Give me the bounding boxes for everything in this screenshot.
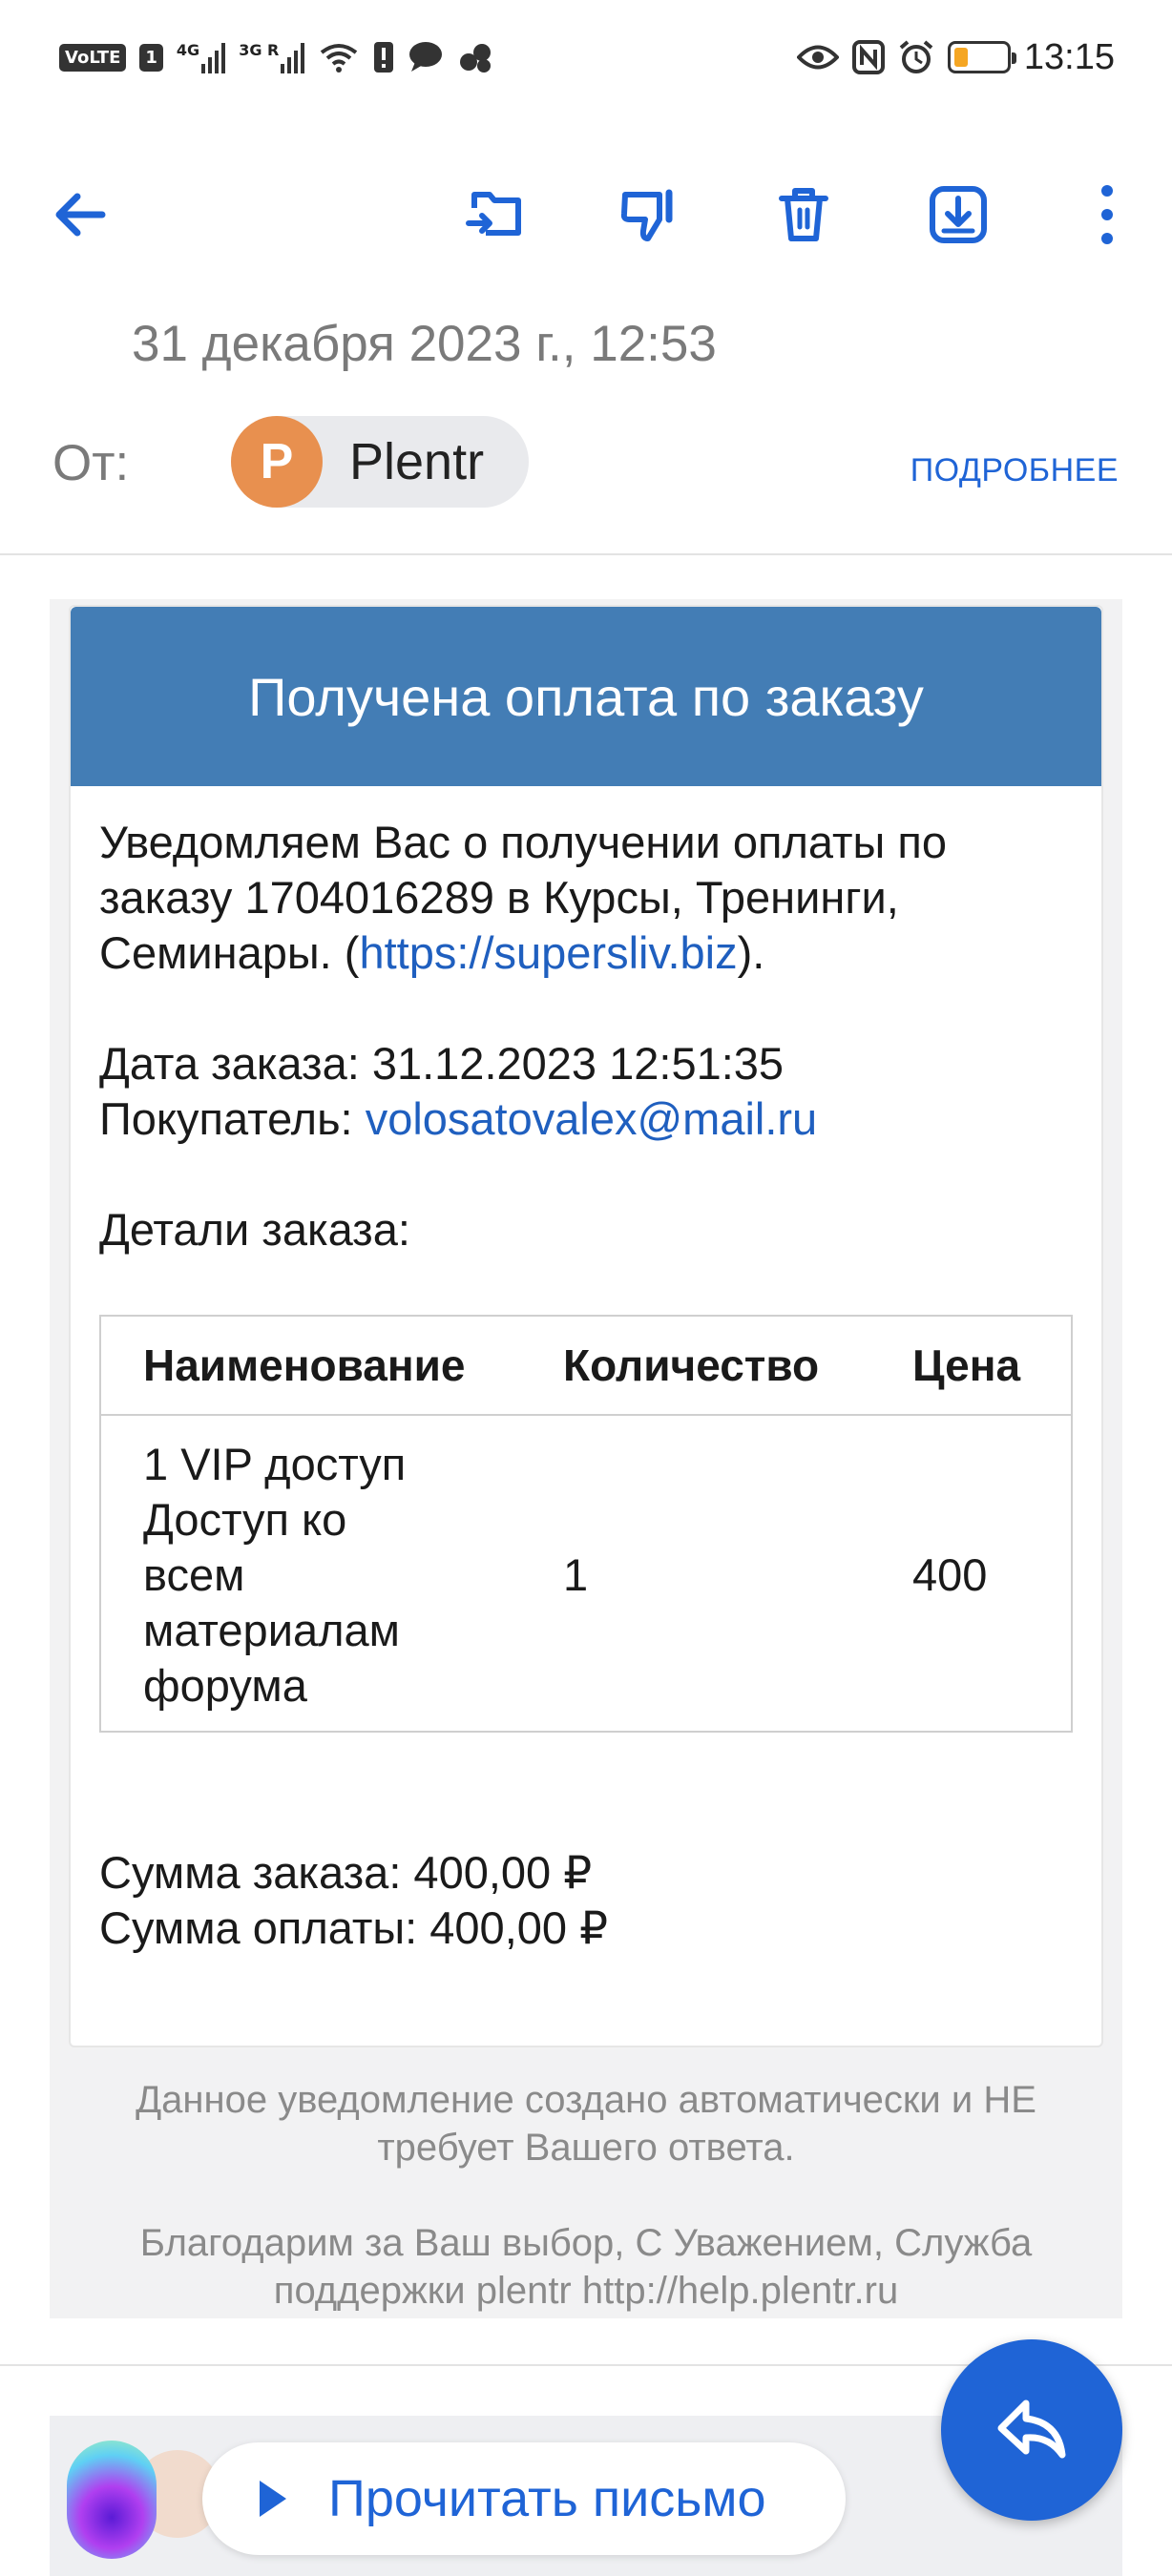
status-left: VoLTE 1 4G 3G R (59, 41, 493, 73)
table-row: 1 VIP доступ Доступ ко всем материалам ф… (101, 1416, 1071, 1731)
reply-icon (997, 2399, 1066, 2459)
alarm-icon (899, 40, 933, 73)
support-signature: Благодарим за Ваш выбор, С Уважением, Сл… (139, 2222, 1033, 2312)
spam-button[interactable] (611, 177, 687, 253)
email-date: 31 декабря 2023 г., 12:53 (132, 316, 717, 372)
move-to-folder-button[interactable] (458, 177, 534, 253)
details-link[interactable]: ПОДРОБНЕЕ (910, 452, 1119, 489)
network-type-2: 3G R (239, 41, 280, 59)
sim-slot-badge: 1 (139, 43, 163, 72)
more-options-button[interactable] (1069, 177, 1145, 253)
order-details-label: Детали заказа: (99, 1204, 410, 1255)
auto-notice: Данное уведомление создано автоматически… (136, 2079, 1036, 2169)
message-icon (409, 42, 443, 72)
buyer-email-link[interactable]: volosatovalex@mail.ru (366, 1093, 818, 1144)
order-table: Наименование Количество Цена 1 VIP досту… (99, 1315, 1073, 1733)
wifi-icon (321, 44, 358, 73)
delete-button[interactable] (765, 177, 842, 253)
trash-icon (779, 188, 828, 241)
header-name: Наименование (143, 1340, 466, 1390)
sender-name: Plentr (349, 433, 485, 490)
email-title: Получена оплата по заказу (71, 607, 1101, 786)
eye-icon (796, 45, 839, 70)
spam-thumb-down-icon (620, 189, 673, 241)
intro-text-end: ). (737, 927, 765, 978)
item-quantity: 1 (563, 1549, 589, 1600)
volte-badge: VoLTE (59, 43, 127, 72)
dots-app-icon (460, 44, 492, 73)
battery-icon (947, 41, 1016, 73)
order-date: Дата заказа: 31.12.2023 12:51:35 (99, 1038, 785, 1089)
header-quantity: Количество (563, 1340, 820, 1390)
back-button[interactable] (42, 177, 118, 253)
item-name: 1 VIP доступ Доступ ко всем материалам ф… (143, 1439, 407, 1711)
move-to-folder-icon (466, 192, 521, 236)
download-icon (930, 186, 987, 243)
buyer-line: Покупатель: volosatovalex@mail.ru (99, 1091, 1073, 1147)
paid-sum: Сумма оплаты: 400,00 ₽ (99, 1902, 608, 1953)
reply-button[interactable] (941, 2339, 1122, 2521)
read-email-label: Прочитать письмо (328, 2470, 766, 2527)
header-price: Цена (912, 1340, 1021, 1390)
table-header-row: Наименование Количество Цена (101, 1317, 1071, 1416)
intro-paragraph: Уведомляем Вас о получении оплаты по зак… (99, 815, 1073, 981)
order-sum: Сумма заказа: 400,00 ₽ (99, 1847, 593, 1898)
email-toolbar (0, 167, 1172, 262)
status-right: 13:15 (796, 36, 1115, 78)
signal-3g-icon: 3G R (239, 41, 305, 73)
back-arrow-icon (55, 193, 106, 237)
signal-4g-icon: 4G (176, 41, 226, 73)
item-price: 400 (912, 1549, 988, 1600)
shop-link[interactable]: https://supersliv.biz (359, 927, 737, 978)
status-bar: VoLTE 1 4G 3G R 13:15 (0, 0, 1172, 114)
buyer-label: Покупатель: (99, 1093, 366, 1144)
clock: 13:15 (1023, 36, 1115, 77)
network-type-1: 4G (176, 41, 200, 59)
play-icon (260, 2481, 286, 2517)
sim-alert-icon (374, 42, 394, 73)
read-email-button[interactable]: Прочитать письмо (202, 2442, 846, 2555)
header-divider (0, 553, 1172, 555)
sender-chip[interactable]: P Plentr (231, 416, 529, 508)
download-button[interactable] (920, 177, 996, 253)
voice-assistant-icon[interactable] (67, 2441, 157, 2559)
sender-avatar: P (231, 416, 323, 508)
more-vert-icon (1101, 185, 1113, 244)
from-label: От: (52, 435, 130, 491)
nfc-icon (851, 40, 885, 74)
